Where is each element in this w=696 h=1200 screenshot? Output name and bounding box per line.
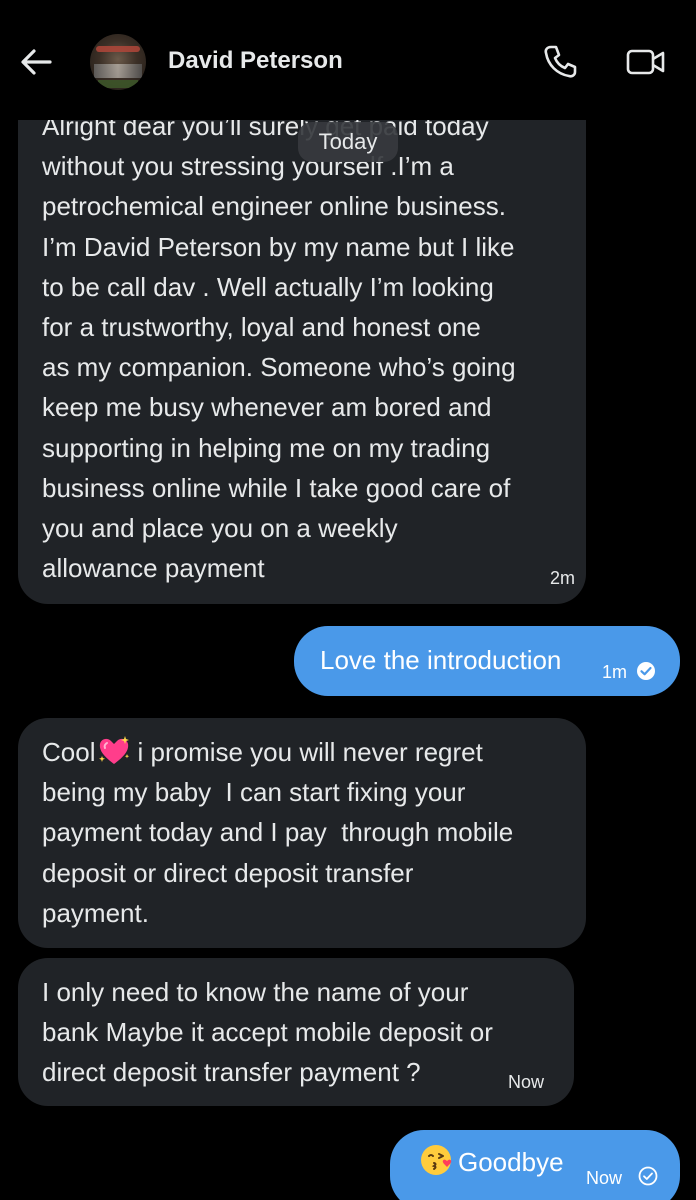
call-button[interactable] bbox=[540, 42, 580, 82]
video-call-button[interactable] bbox=[624, 42, 668, 82]
message-bubble-outgoing[interactable]: Love the introduction 1m bbox=[294, 626, 680, 696]
date-divider: Today bbox=[298, 122, 398, 162]
sparkling-heart-emoji bbox=[99, 736, 130, 764]
arrow-left-icon bbox=[21, 49, 52, 75]
conversation-scroll-area[interactable]: Alright dear you’ll surely get paid toda… bbox=[0, 0, 696, 1200]
message-bubble-incoming[interactable]: Alright dear you’ll surely get paid toda… bbox=[18, 84, 586, 604]
message-text: Cool i promise you will never regret bei… bbox=[42, 732, 572, 933]
chat-header: David Peterson bbox=[0, 0, 696, 120]
message-text-start: Cool bbox=[42, 737, 96, 767]
read-check-icon bbox=[637, 662, 655, 680]
message-bubble-outgoing[interactable]: Goodbye Now bbox=[390, 1130, 680, 1200]
contact-name[interactable]: David Peterson bbox=[168, 44, 343, 78]
message-text: Goodbye bbox=[420, 1142, 564, 1182]
face-blowing-kiss-emoji bbox=[421, 1145, 452, 1175]
avatar[interactable] bbox=[90, 34, 146, 90]
message-time: 1m bbox=[602, 662, 628, 682]
message-text: Alright dear you’ll surely get paid toda… bbox=[42, 111, 516, 584]
video-camera-icon bbox=[626, 49, 665, 75]
message-bubble-incoming[interactable]: I only need to know the name of your ban… bbox=[18, 958, 574, 1106]
phone-icon bbox=[544, 45, 577, 78]
message-text: Love the introduction bbox=[320, 645, 562, 675]
message-time: 2m bbox=[550, 568, 576, 588]
message-time: Now bbox=[586, 1168, 623, 1188]
message-time: Now bbox=[508, 1072, 545, 1092]
message-bubble-incoming[interactable]: Cool i promise you will never regret bei… bbox=[18, 718, 586, 948]
back-button[interactable] bbox=[18, 44, 54, 80]
message-text: I only need to know the name of your ban… bbox=[42, 977, 493, 1088]
read-check-icon bbox=[638, 1166, 658, 1186]
message-text-word: Goodbye bbox=[458, 1147, 564, 1177]
